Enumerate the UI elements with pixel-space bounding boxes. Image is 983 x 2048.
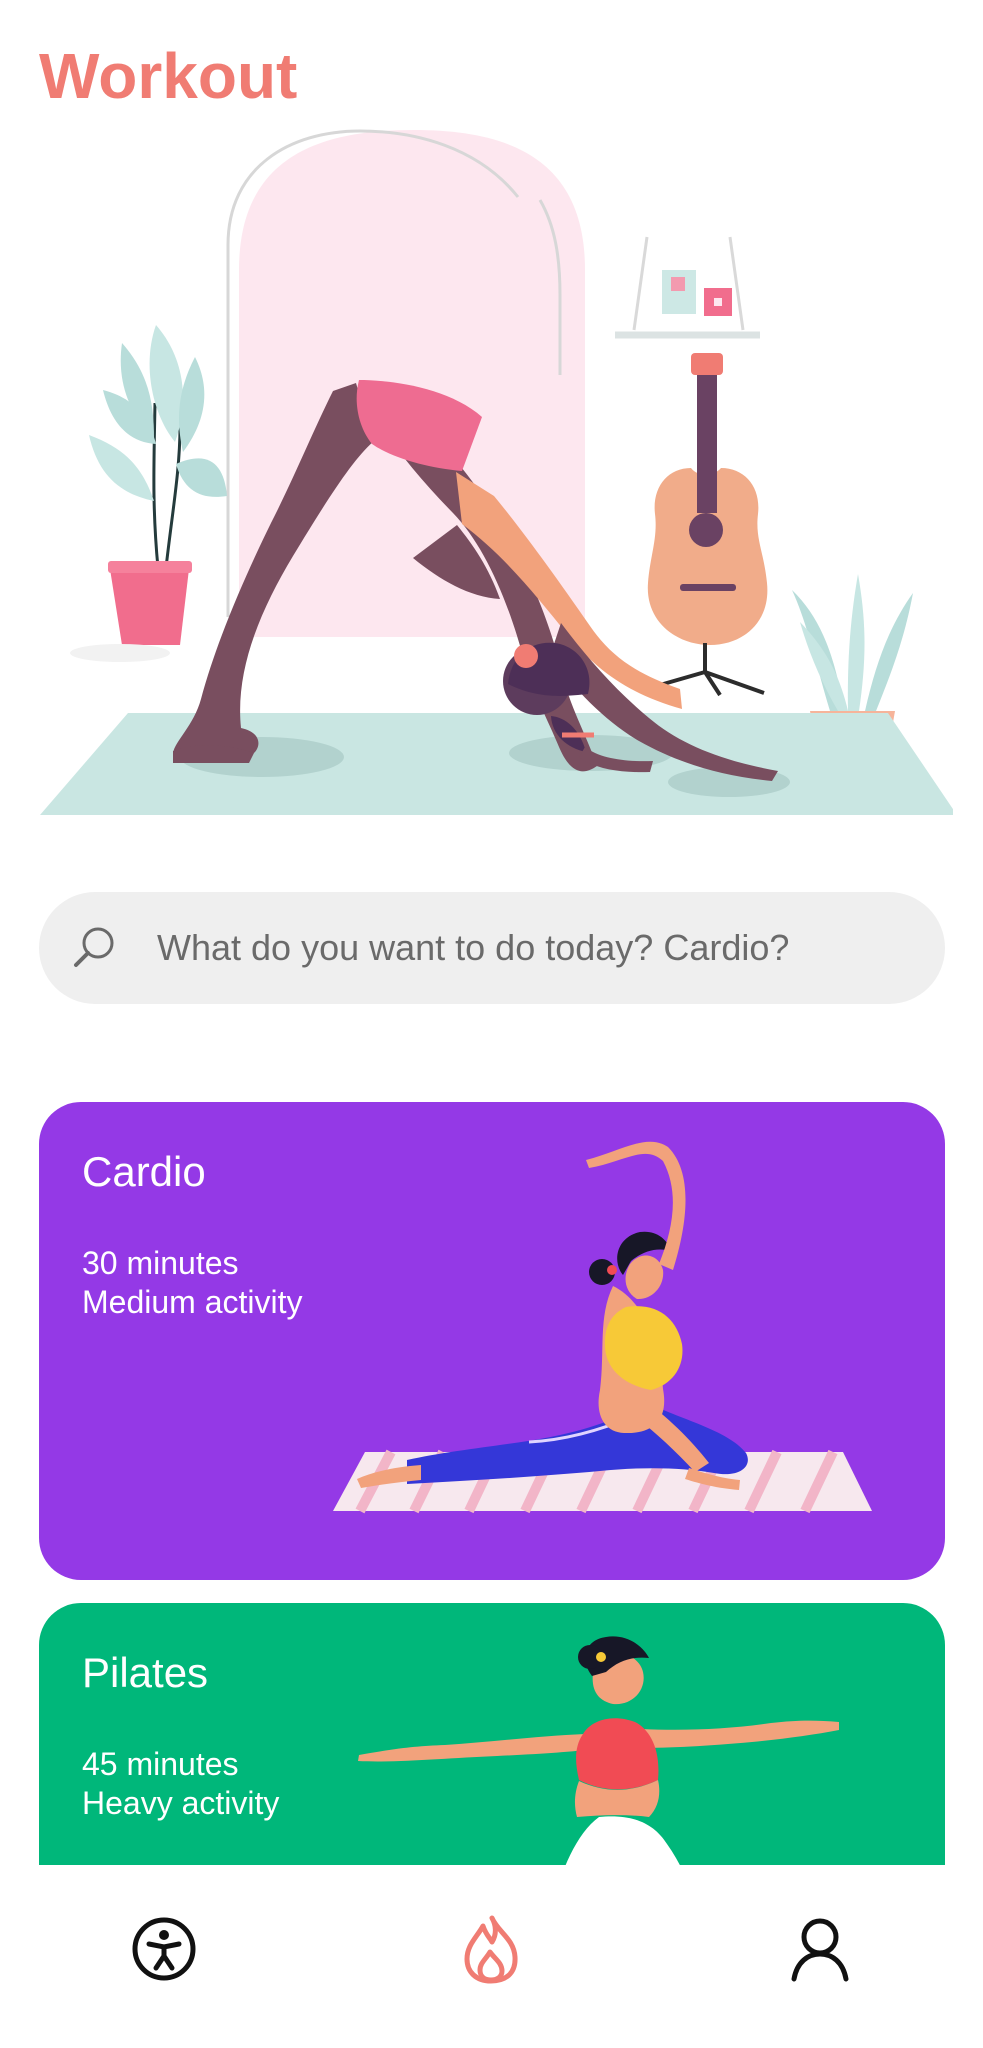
bottom-navigation: [0, 1865, 983, 2048]
yoga-hero-illustration: [40, 129, 953, 815]
workout-card-cardio[interactable]: Cardio 30 minutes Medium activity: [39, 1102, 945, 1580]
search-input[interactable]: [157, 892, 917, 1004]
seated-yoga-stretch-illustration: [333, 1141, 872, 1514]
wall-shelf: [615, 236, 760, 339]
nav-item-workout[interactable]: [451, 1909, 531, 1989]
nav-item-profile[interactable]: [780, 1909, 860, 1989]
nav-item-accessibility[interactable]: [124, 1909, 204, 1989]
search-icon[interactable]: [69, 922, 121, 974]
guitar: [647, 353, 768, 697]
left-plant: [70, 325, 227, 662]
flame-icon[interactable]: [459, 1914, 523, 1984]
page-title: Workout: [39, 40, 298, 112]
search-bar[interactable]: [39, 892, 945, 1004]
yoga-mat: [40, 713, 953, 815]
user-icon[interactable]: [788, 1915, 852, 1983]
accessibility-icon[interactable]: [130, 1915, 198, 1983]
workout-screen: Workout What do you want to do today? Ca…: [0, 0, 983, 2048]
